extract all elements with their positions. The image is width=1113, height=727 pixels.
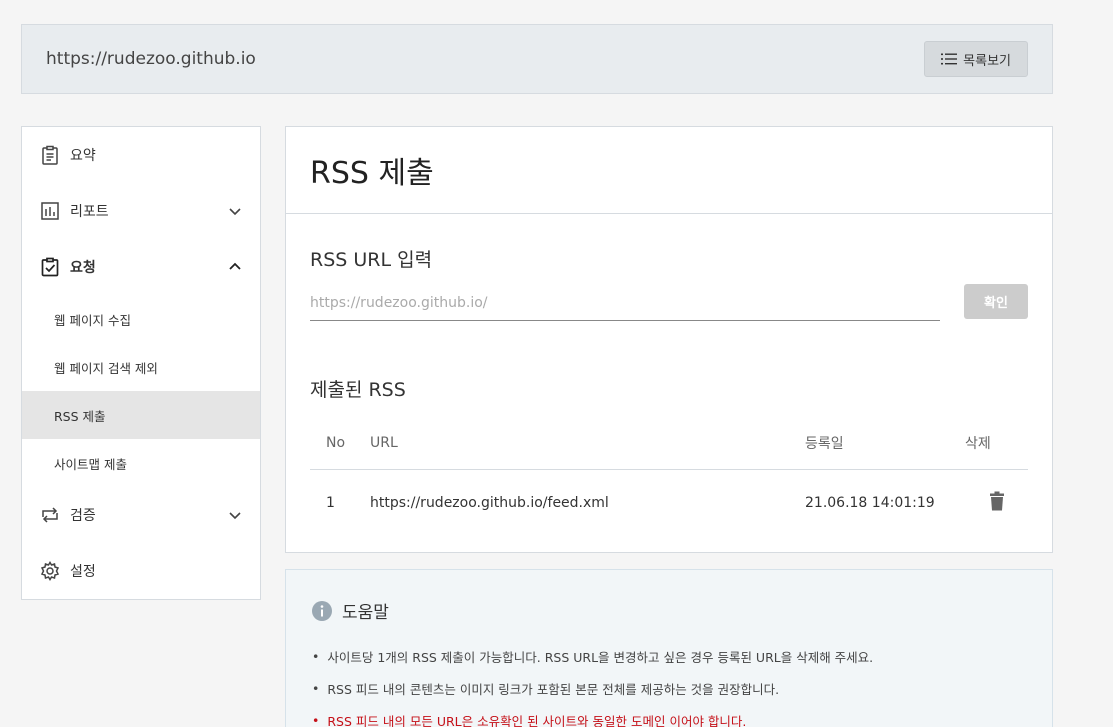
- sidebar-subitem-rss-submit[interactable]: RSS 제출: [22, 391, 260, 439]
- chevron-up-icon: [228, 260, 242, 274]
- sidebar-subitem-label: 웹 페이지 검색 제외: [54, 360, 158, 376]
- clipboard-icon: [40, 145, 60, 165]
- sidebar-item-label: 요청: [70, 260, 96, 276]
- sidebar-subitem-sitemap-submit[interactable]: 사이트맵 제출: [22, 439, 260, 487]
- help-item: • RSS 피드 내의 콘텐츠는 이미지 링크가 포함된 본문 전체를 제공하는 …: [312, 680, 780, 697]
- column-header-url: URL: [370, 417, 805, 470]
- sidebar-subitem-search-exclude[interactable]: 웹 페이지 검색 제외: [22, 343, 260, 391]
- sidebar-subitem-label: 웹 페이지 수집: [54, 312, 131, 328]
- sidebar-item-request[interactable]: 요청: [22, 239, 260, 295]
- list-view-label: 목록보기: [963, 52, 1011, 68]
- sidebar-item-label: 검증: [70, 508, 96, 524]
- site-bar: https://rudezoo.github.io 목록보기: [21, 24, 1053, 94]
- delete-button[interactable]: [965, 469, 1028, 537]
- sidebar-item-settings[interactable]: 설정: [22, 543, 260, 599]
- row-url: https://rudezoo.github.io/feed.xml: [370, 495, 609, 512]
- column-header-delete: 삭제: [965, 417, 1028, 470]
- rss-url-input[interactable]: [310, 285, 940, 321]
- sidebar-item-label: 요약: [70, 148, 96, 164]
- column-header-no: No: [310, 417, 370, 470]
- row-date: 21.06.18 14:01:19: [805, 495, 935, 512]
- table-row: 1 https://rudezoo.github.io/feed.xml 21.…: [310, 469, 1028, 537]
- chevron-down-icon: [228, 204, 242, 218]
- help-item-warning: • RSS 피드 내의 모든 URL은 소유확인 된 사이트와 동일한 도메인 이…: [312, 704, 873, 727]
- clipboard-check-icon: [40, 257, 60, 277]
- site-url: https://rudezoo.github.io: [46, 49, 256, 69]
- chevron-down-icon: [228, 508, 242, 522]
- help-item-text: RSS 피드 내의 모든 URL은 소유확인 된 사이트와 동일한 도메인 이어…: [327, 713, 747, 727]
- info-icon: [312, 600, 332, 621]
- bar-chart-icon: [40, 201, 60, 221]
- sidebar-item-report[interactable]: 리포트: [22, 183, 260, 239]
- sidebar-subitem-web-page-collect[interactable]: 웹 페이지 수집: [22, 295, 260, 343]
- sidebar-item-label: 리포트: [70, 204, 109, 220]
- sidebar-item-verify[interactable]: 검증: [22, 487, 260, 543]
- help-item-text: 사이트당 1개의 RSS 제출이 가능합니다. RSS URL을 변경하고 싶은…: [327, 649, 874, 665]
- help-list: • 사이트당 1개의 RSS 제출이 가능합니다. RSS URL을 변경하고 싶…: [312, 640, 873, 727]
- trash-icon[interactable]: [989, 491, 1005, 511]
- sidebar-subitem-label: RSS 제출: [54, 408, 106, 424]
- list-icon: [941, 53, 958, 65]
- rss-url-input-label: RSS URL 입력: [310, 249, 433, 271]
- sidebar-item-label: 설정: [70, 564, 96, 580]
- sidebar: 요약 리포트 요청 웹 페이지 수집 웹 페이지 검색 제외 RSS 제출 사이…: [21, 126, 261, 600]
- table-header-row: No URL 등록일 삭제: [310, 417, 1028, 470]
- panel-header: RSS 제출: [286, 127, 1052, 214]
- help-item: • 사이트당 1개의 RSS 제출이 가능합니다. RSS URL을 변경하고 싶…: [312, 648, 874, 665]
- page-title: RSS 제출: [310, 156, 434, 191]
- submitted-rss-label: 제출된 RSS: [310, 379, 406, 401]
- help-box: 도움말 • 사이트당 1개의 RSS 제출이 가능합니다. RSS URL을 변경…: [285, 569, 1053, 727]
- gear-icon: [40, 561, 60, 581]
- confirm-button[interactable]: 확인: [964, 284, 1028, 319]
- column-header-date: 등록일: [805, 417, 965, 470]
- list-view-button[interactable]: 목록보기: [924, 41, 1028, 77]
- row-number: 1: [326, 495, 335, 512]
- submitted-rss-table: No URL 등록일 삭제 1 https://rudezoo.github.i…: [310, 417, 1028, 537]
- sidebar-item-summary[interactable]: 요약: [22, 127, 260, 183]
- help-item-text: RSS 피드 내의 콘텐츠는 이미지 링크가 포함된 본문 전체를 제공하는 것…: [327, 681, 780, 697]
- help-title: 도움말: [312, 598, 389, 623]
- sidebar-subitem-label: 사이트맵 제출: [54, 456, 127, 472]
- rss-submit-panel: RSS 제출 RSS URL 입력 확인 제출된 RSS No URL 등록일 …: [285, 126, 1053, 553]
- help-title-text: 도움말: [342, 603, 389, 623]
- swap-arrows-icon: [40, 505, 60, 525]
